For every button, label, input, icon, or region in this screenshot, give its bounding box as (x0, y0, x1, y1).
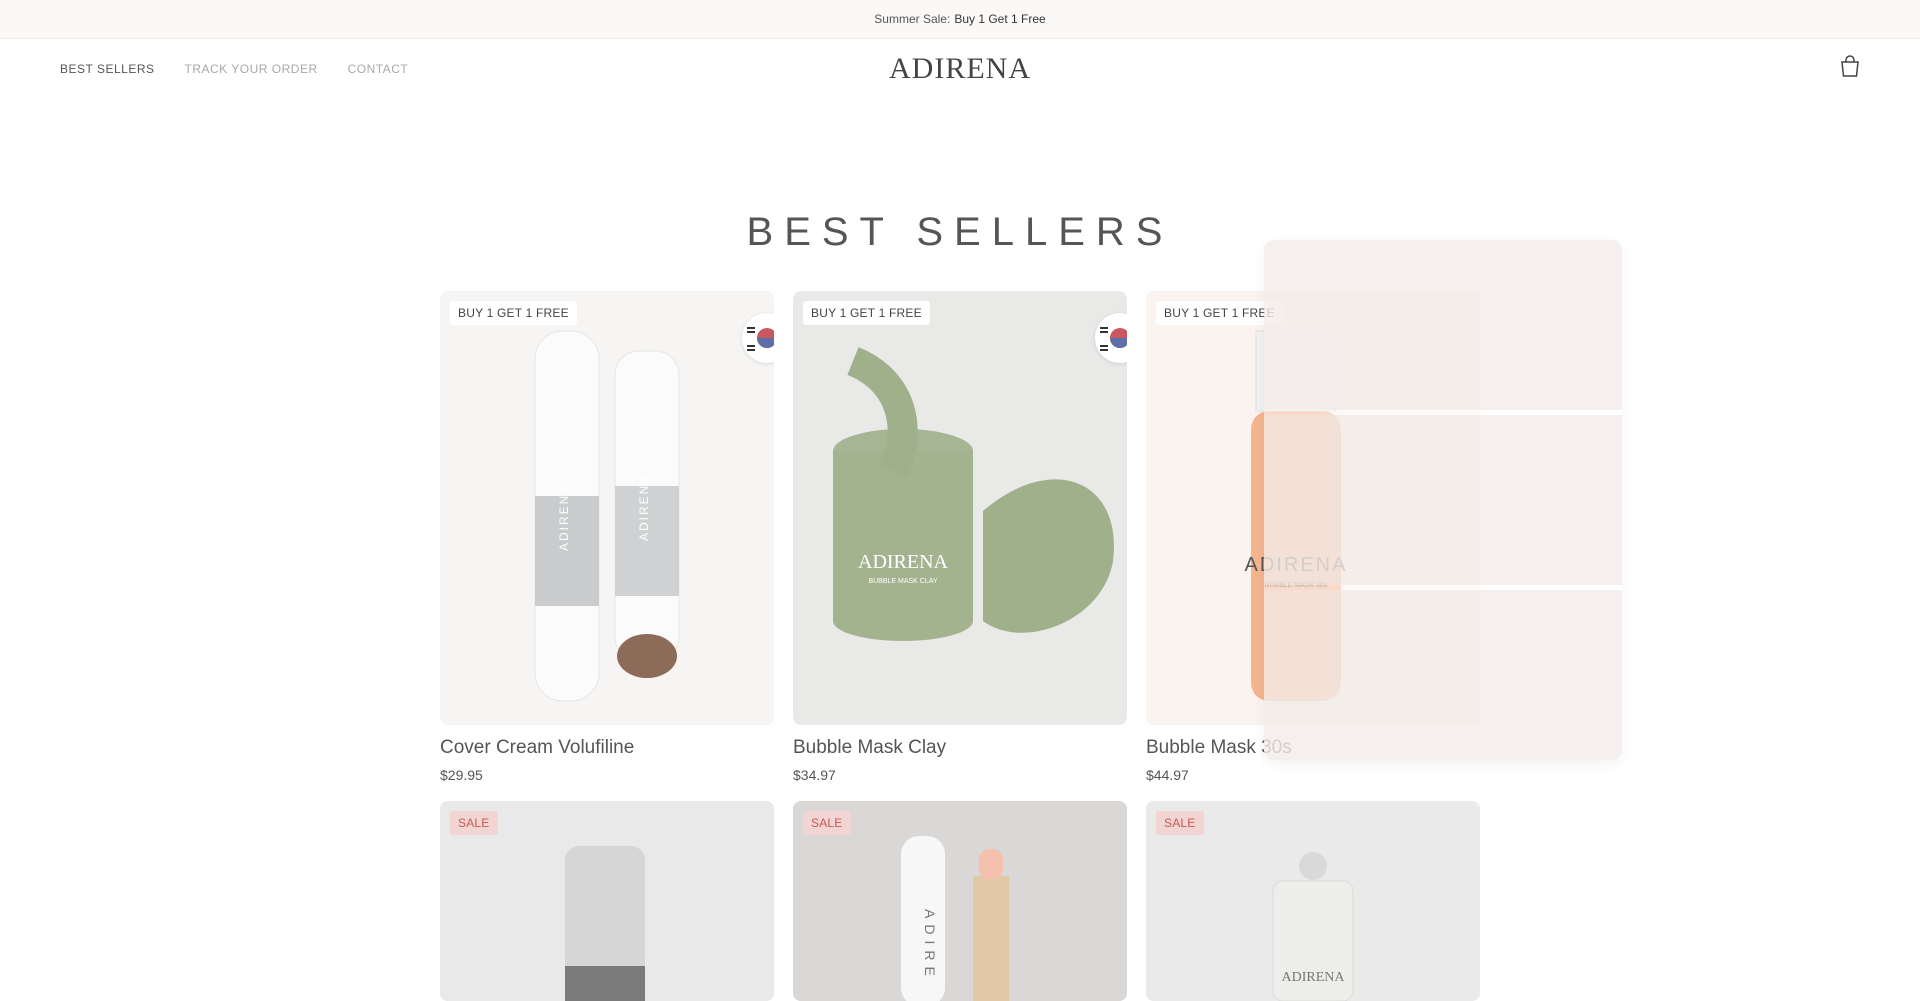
shopping-bag-icon[interactable] (1838, 55, 1862, 79)
clay-jar-brand-text: ADIRENA (858, 551, 949, 573)
product-image[interactable]: SALE (440, 801, 774, 1001)
product-price: $29.95 (440, 767, 483, 783)
announcement-highlight: Buy 1 Get 1 Free (954, 12, 1046, 26)
product-card[interactable]: ADIRENA ADIRENA BUY 1 GET 1 FREE Cover C… (440, 291, 774, 783)
clay-jar-sub-text: BUBBLE MASK CLAY (868, 578, 937, 585)
product-card[interactable]: ADIRENA BUBBLE MASK CLAY BUY 1 GET 1 FRE… (793, 291, 1127, 783)
roller-brand-text: ADIRENA (1282, 970, 1346, 985)
korea-flag-icon (1095, 313, 1127, 363)
product-card[interactable]: ADIRENA SALE (1146, 801, 1480, 1001)
brand-logo[interactable]: ADIRENA (0, 52, 1920, 86)
hover-image-preview (1264, 240, 1622, 760)
product-image[interactable]: ADIRENA ADIRENA BUY 1 GET 1 FREE (440, 291, 774, 725)
product-image[interactable]: ADIRE SALE (793, 801, 1127, 1001)
clay-mask-image: ADIRENA BUBBLE MASK CLAY (793, 291, 1127, 725)
korea-flag-icon (742, 313, 774, 363)
product-name[interactable]: Bubble Mask Clay (793, 737, 1127, 759)
promo-badge: BUY 1 GET 1 FREE (450, 301, 577, 325)
site-header: BEST SELLERS TRACK YOUR ORDER CONTACT AD… (0, 39, 1920, 99)
product-image[interactable]: ADIRENA SALE (1146, 801, 1480, 1001)
section-title: BEST SELLERS (746, 209, 1174, 254)
product-image[interactable]: ADIRENA BUBBLE MASK CLAY BUY 1 GET 1 FRE… (793, 291, 1127, 725)
product-card[interactable]: SALE (440, 801, 774, 1001)
preview-frame-3 (1264, 590, 1622, 760)
lip-brand-text: ADIRE (922, 909, 938, 982)
announcement-prefix: Summer Sale: (874, 12, 951, 26)
product-price: $44.97 (1146, 767, 1189, 783)
cover-cream-brand-text-left: ADIRENA (557, 484, 571, 551)
sale-badge: SALE (450, 811, 498, 835)
announcement-bar: Summer Sale: Buy 1 Get 1 Free (0, 0, 1920, 39)
product-price: $34.97 (793, 767, 836, 783)
promo-badge: BUY 1 GET 1 FREE (803, 301, 930, 325)
product-card[interactable]: ADIRE SALE (793, 801, 1127, 1001)
product-name[interactable]: Cover Cream Volufiline (440, 737, 774, 759)
sale-badge: SALE (803, 811, 851, 835)
cover-cream-image: ADIRENA ADIRENA (440, 291, 774, 725)
preview-frame-2 (1264, 415, 1622, 585)
sale-badge: SALE (1156, 811, 1204, 835)
cover-cream-brand-text-right: ADIRENA (637, 474, 651, 541)
preview-frame-1 (1264, 240, 1622, 410)
